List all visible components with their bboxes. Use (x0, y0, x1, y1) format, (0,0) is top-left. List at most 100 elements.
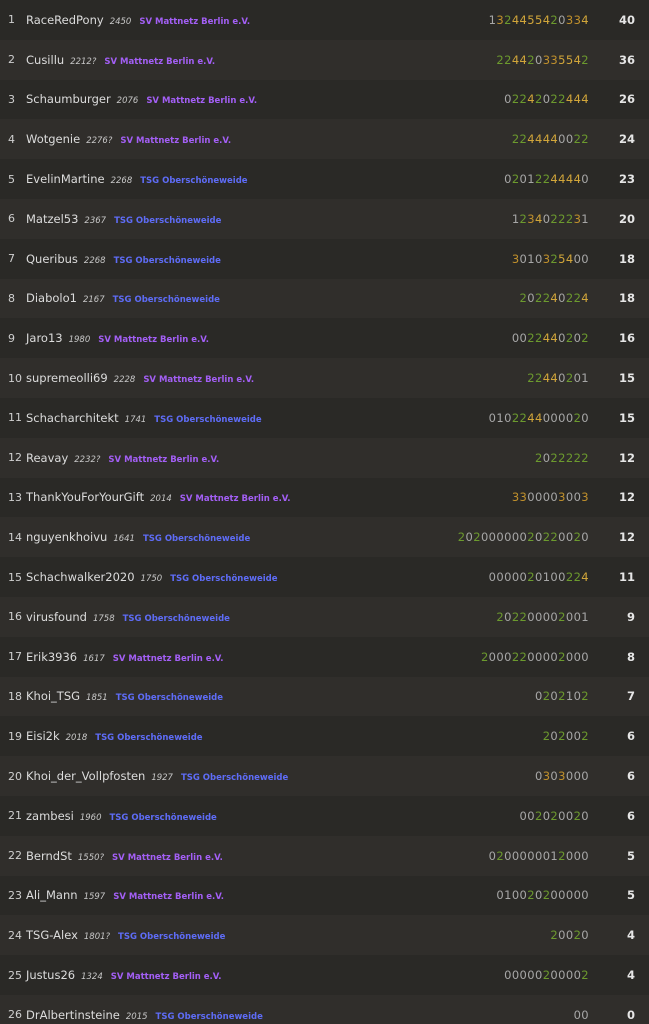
player-rating: 1324 (81, 972, 103, 983)
team-name-link[interactable]: SV Mattnetz Berlin e.V. (139, 17, 250, 27)
score-sheet: 1234022231 (511, 211, 589, 226)
team-name-link[interactable]: TSG Oberschöneweide (95, 733, 202, 743)
player-name-link[interactable]: Jaro13 (26, 331, 63, 345)
player-name-link[interactable]: Eisi2k (26, 729, 60, 743)
score-sheet: 22440201 (527, 371, 589, 386)
team-name-link[interactable]: TSG Oberschöneweide (154, 415, 261, 425)
team-name-link[interactable]: SV Mattnetz Berlin e.V. (104, 57, 215, 67)
player-name-link[interactable]: DrAlbertinsteine (26, 1008, 120, 1022)
total-score: 4 (626, 968, 635, 983)
player-name-link[interactable]: ThankYouForYourGift (26, 490, 144, 504)
score-sheet: 0022440202 (511, 331, 589, 346)
rank-number: 5 (8, 172, 15, 186)
table-row: 4 Wotgenie 2276? SV Mattnetz Berlin e.V. 224… (0, 119, 649, 160)
player-name-link[interactable]: Diabolo1 (26, 291, 77, 305)
team-name-link[interactable]: TSG Oberschöneweide (114, 216, 221, 226)
player-cell: Diabolo1 2167 TSG Oberschöneweide (26, 291, 220, 305)
player-rating: 1927 (151, 773, 173, 784)
team-name-link[interactable]: TSG Oberschöneweide (143, 534, 250, 544)
player-cell: Schaumburger 2076 SV Mattnetz Berlin e.V. (26, 92, 257, 106)
player-name-link[interactable]: Schacharchitekt (26, 411, 119, 425)
player-cell: Schacharchitekt 1741 TSG Oberschöneweide (26, 411, 262, 425)
player-name-link[interactable]: Schachwalker2020 (26, 570, 135, 584)
team-name-link[interactable]: TSG Oberschöneweide (170, 574, 277, 584)
player-name-link[interactable]: BerndSt (26, 849, 72, 863)
total-score: 18 (618, 251, 635, 266)
player-name-link[interactable]: Matzel53 (26, 212, 78, 226)
team-name-link[interactable]: SV Mattnetz Berlin e.V. (143, 375, 254, 385)
player-rating: 2212? (70, 56, 97, 67)
player-name-link[interactable]: Justus26 (26, 968, 75, 982)
rank-number: 17 (8, 650, 22, 664)
team-name-link[interactable]: TSG Oberschöneweide (114, 256, 221, 266)
player-rating: 2014 (150, 494, 172, 505)
team-name-link[interactable]: SV Mattnetz Berlin e.V. (120, 136, 231, 146)
score-sheet: 0102244000020 (488, 410, 589, 425)
team-name-link[interactable]: TSG Oberschöneweide (113, 295, 220, 305)
player-cell: Schachwalker2020 1750 TSG Oberschöneweide (26, 570, 278, 584)
team-name-link[interactable]: TSG Oberschöneweide (156, 1012, 263, 1022)
team-name-link[interactable]: SV Mattnetz Berlin e.V. (108, 455, 219, 465)
team-name-link[interactable]: TSG Oberschöneweide (140, 176, 247, 186)
team-name-link[interactable]: SV Mattnetz Berlin e.V. (113, 654, 224, 664)
team-name-link[interactable]: TSG Oberschöneweide (181, 773, 288, 783)
player-rating: 1960 (79, 812, 102, 823)
total-score: 18 (618, 291, 635, 306)
player-name-link[interactable]: Reavay (26, 451, 68, 465)
player-name-link[interactable]: Ali_Mann (26, 888, 78, 902)
player-name-link[interactable]: Khoi_TSG (26, 689, 80, 703)
total-score: 0 (626, 1007, 635, 1022)
team-name-link[interactable]: TSG Oberschöneweide (118, 932, 225, 942)
rank-number: 12 (8, 451, 22, 465)
player-name-link[interactable]: zambesi (26, 809, 74, 823)
score-sheet: 02242022444 (504, 92, 589, 107)
table-row: 25 Justus26 1324 SV Mattnetz Berlin e.V. 000… (0, 955, 649, 995)
player-cell: zambesi 1960 TSG Oberschöneweide (26, 809, 217, 823)
player-cell: Wotgenie 2276? SV Mattnetz Berlin e.V. (26, 132, 231, 146)
player-name-link[interactable]: RaceRedPony (26, 13, 104, 27)
player-name-link[interactable]: Erik3936 (26, 650, 77, 664)
player-cell: Cusillu 2212? SV Mattnetz Berlin e.V. (26, 53, 215, 67)
player-cell: nguyenkhoivu 1641 TSG Oberschöneweide (26, 530, 250, 544)
team-name-link[interactable]: SV Mattnetz Berlin e.V. (98, 335, 209, 345)
team-name-link[interactable]: TSG Oberschöneweide (123, 614, 230, 624)
total-score: 12 (618, 530, 635, 545)
rank-number: 25 (8, 968, 22, 982)
team-name-link[interactable]: TSG Oberschöneweide (116, 693, 223, 703)
table-row: 2 Cusillu 2212? SV Mattnetz Berlin e.V. 2244… (0, 39, 649, 80)
player-name-link[interactable]: virusfound (26, 610, 87, 624)
score-sheet: 0200000012000 (488, 848, 589, 863)
team-name-link[interactable]: SV Mattnetz Berlin e.V. (111, 972, 222, 982)
player-name-link[interactable]: TSG-Alex (26, 928, 78, 942)
player-cell: RaceRedPony 2450 SV Mattnetz Berlin e.V. (26, 13, 250, 27)
player-cell: Queribus 2268 TSG Oberschöneweide (26, 252, 221, 266)
player-name-link[interactable]: Khoi_der_Vollpfosten (26, 769, 145, 783)
player-name-link[interactable]: Queribus (26, 252, 78, 266)
player-cell: TSG-Alex 1801? TSG Oberschöneweide (26, 928, 225, 942)
player-rating: 2450 (109, 16, 132, 27)
player-name-link[interactable]: Cusillu (26, 53, 64, 67)
team-name-link[interactable]: SV Mattnetz Berlin e.V. (113, 892, 224, 902)
table-row: 26 DrAlbertinsteine 2015 TSG Oberschöneweid… (0, 995, 649, 1024)
score-sheet: 3010325400 (511, 251, 589, 266)
player-name-link[interactable]: supremeolli69 (26, 371, 108, 385)
player-name-link[interactable]: nguyenkhoivu (26, 530, 107, 544)
team-name-link[interactable]: SV Mattnetz Berlin e.V. (112, 853, 223, 863)
player-rating: 1980 (68, 335, 91, 346)
table-row: 9 Jaro13 1980 SV Mattnetz Berlin e.V. 002244… (0, 318, 649, 359)
total-score: 20 (618, 211, 635, 226)
player-name-link[interactable]: Wotgenie (26, 132, 80, 146)
total-score: 6 (626, 808, 635, 823)
table-row: 19 Eisi2k 2018 TSG Oberschöneweide 202002 6 (0, 716, 649, 757)
team-name-link[interactable]: SV Mattnetz Berlin e.V. (180, 494, 291, 504)
team-name-link[interactable]: SV Mattnetz Berlin e.V. (146, 96, 257, 106)
table-row: 21 zambesi 1960 TSG Oberschöneweide 00202002… (0, 796, 649, 836)
total-score: 26 (618, 92, 635, 107)
player-name-link[interactable]: EvelinMartine (26, 172, 105, 186)
player-name-link[interactable]: Schaumburger (26, 92, 111, 106)
player-cell: supremeolli69 2228 SV Mattnetz Berlin e.V. (26, 371, 254, 385)
total-score: 15 (618, 410, 635, 425)
rank-number: 7 (8, 252, 15, 266)
rank-number: 11 (8, 411, 22, 425)
team-name-link[interactable]: TSG Oberschöneweide (110, 813, 217, 823)
